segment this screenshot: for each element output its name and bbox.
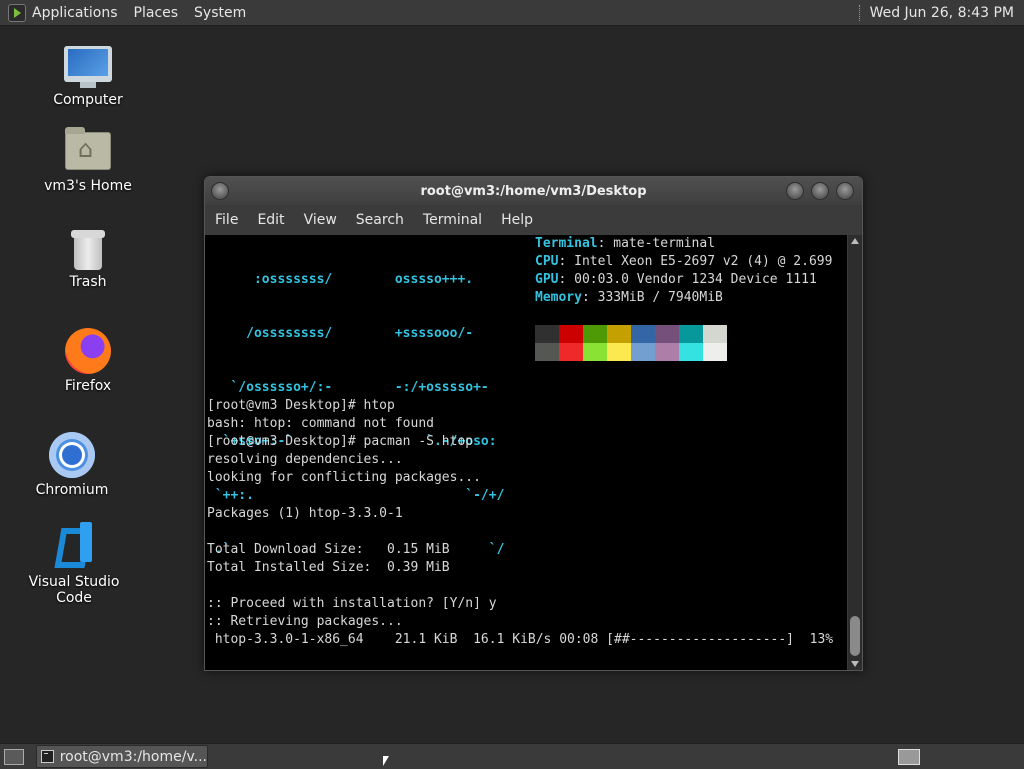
desktop-icon-label: Trash: [69, 274, 107, 290]
palette-swatch: [703, 343, 727, 361]
taskbar-terminal-button[interactable]: root@vm3:/home/v...: [36, 745, 208, 768]
close-icon[interactable]: [836, 182, 854, 200]
terminal-line: Packages (1) htop-3.3.0-1: [207, 506, 403, 521]
maximize-icon[interactable]: [811, 182, 829, 200]
menu-places[interactable]: Places: [134, 5, 179, 21]
top-panel: Applications Places System Wed Jun 26, 8…: [0, 0, 1024, 26]
mouse-cursor-icon: [383, 756, 389, 766]
desktop-icon-label: Visual Studio Code: [28, 574, 120, 606]
info-row: GPU: 00:03.0 Vendor 1234 Device 1111: [535, 272, 817, 287]
home-folder-icon: [65, 127, 111, 170]
palette-swatch: [655, 325, 679, 343]
firefox-icon: [65, 328, 111, 374]
info-row: Memory: 333MiB / 7940MiB: [535, 290, 723, 305]
desktop-icon-label: Chromium: [35, 482, 109, 498]
palette-swatch: [535, 343, 559, 361]
menu-help[interactable]: Help: [501, 212, 533, 228]
scrollbar-thumb[interactable]: [850, 616, 860, 656]
desktop-icon-vscode[interactable]: Visual Studio Code: [14, 522, 134, 606]
desktop-icon-home[interactable]: vm3's Home: [28, 127, 148, 194]
terminal-window: root@vm3:/home/vm3/Desktop File Edit Vie…: [204, 176, 863, 671]
trash-icon: [71, 230, 105, 270]
palette-swatch: [607, 325, 631, 343]
window-menu-icon[interactable]: [211, 182, 229, 200]
menu-applications[interactable]: Applications: [32, 5, 118, 21]
palette-swatch: [607, 343, 631, 361]
desktop-icon-firefox[interactable]: Firefox: [28, 328, 148, 394]
menu-edit[interactable]: Edit: [257, 212, 284, 228]
terminal-line: htop-3.3.0-1-x86_64 21.1 KiB 16.1 KiB/s …: [207, 632, 834, 647]
palette-swatch: [679, 343, 703, 361]
desktop-icon-computer[interactable]: Computer: [28, 46, 148, 108]
terminal-scrollbar[interactable]: [848, 235, 862, 670]
desktop-icon-chromium[interactable]: Chromium: [12, 432, 132, 498]
terminal-line: :: Retrieving packages...: [207, 614, 403, 629]
palette-swatch: [583, 343, 607, 361]
menu-file[interactable]: File: [215, 212, 238, 228]
window-titlebar[interactable]: root@vm3:/home/vm3/Desktop: [205, 177, 862, 205]
palette-swatch: [559, 343, 583, 361]
terminal-line: looking for conflicting packages...: [207, 470, 481, 485]
palette-swatch: [559, 325, 583, 343]
bottom-panel: root@vm3:/home/v...: [0, 743, 1024, 769]
neofetch-info: Terminal: mate-terminal CPU: Intel Xeon …: [535, 235, 832, 307]
desktop-icon-trash[interactable]: Trash: [28, 230, 148, 290]
terminal-line: bash: htop: command not found: [207, 416, 434, 431]
info-row: CPU: Intel Xeon E5-2697 v2 (4) @ 2.699: [535, 254, 833, 269]
menu-search[interactable]: Search: [356, 212, 404, 228]
vscode-icon: [54, 522, 94, 562]
color-palette: [535, 325, 727, 361]
menu-system[interactable]: System: [194, 5, 246, 21]
chromium-icon: [49, 432, 95, 478]
panel-clock-area: Wed Jun 26, 8:43 PM: [858, 0, 1014, 25]
show-desktop-icon[interactable]: [4, 748, 24, 765]
workspace-switcher[interactable]: [898, 749, 920, 765]
desktop-icon-label: Computer: [53, 92, 123, 108]
terminal-line: :: Proceed with installation? [Y/n] y: [207, 596, 497, 611]
ascii-line: `/ossssso+/:- -:/+osssso+-: [207, 380, 489, 395]
terminal-line: [root@vm3 Desktop]# htop: [207, 398, 395, 413]
desktop-icon-label: Firefox: [64, 378, 112, 394]
scroll-down-icon[interactable]: [851, 661, 859, 667]
palette-swatch: [631, 325, 655, 343]
window-menubar: File Edit View Search Terminal Help: [205, 205, 862, 235]
terminal-icon: [41, 750, 54, 763]
scroll-up-icon[interactable]: [851, 238, 859, 244]
terminal-line: resolving dependencies...: [207, 452, 403, 467]
menu-terminal[interactable]: Terminal: [423, 212, 482, 228]
terminal-log: [root@vm3 Desktop]# htop bash: htop: comm…: [207, 397, 833, 649]
terminal-line: Total Download Size: 0.15 MiB: [207, 542, 450, 557]
palette-swatch: [679, 325, 703, 343]
taskbar-label: root@vm3:/home/v...: [59, 748, 207, 765]
minimize-icon[interactable]: [786, 182, 804, 200]
palette-swatch: [655, 343, 679, 361]
palette-swatch: [583, 325, 607, 343]
palette-swatch: [535, 325, 559, 343]
palette-swatch: [631, 343, 655, 361]
mate-logo-icon[interactable]: [8, 3, 26, 22]
ascii-line: /ossssssss/ +ssssooo/-: [207, 326, 474, 341]
panel-separator: [858, 4, 862, 21]
window-title: root@vm3:/home/vm3/Desktop: [420, 183, 647, 199]
computer-icon: [64, 46, 112, 88]
terminal-output[interactable]: :osssssss/ osssso+++. /ossssssss/ +sssso…: [205, 235, 847, 670]
palette-swatch: [703, 325, 727, 343]
terminal-line: Total Installed Size: 0.39 MiB: [207, 560, 450, 575]
desktop-icon-label: vm3's Home: [44, 178, 132, 194]
terminal-line: [root@vm3 Desktop]# pacman -S htop: [207, 434, 474, 449]
ascii-line: :osssssss/ osssso+++.: [207, 272, 474, 287]
info-row: Terminal: mate-terminal: [535, 236, 716, 251]
clock[interactable]: Wed Jun 26, 8:43 PM: [870, 5, 1014, 21]
menu-view[interactable]: View: [304, 212, 337, 228]
